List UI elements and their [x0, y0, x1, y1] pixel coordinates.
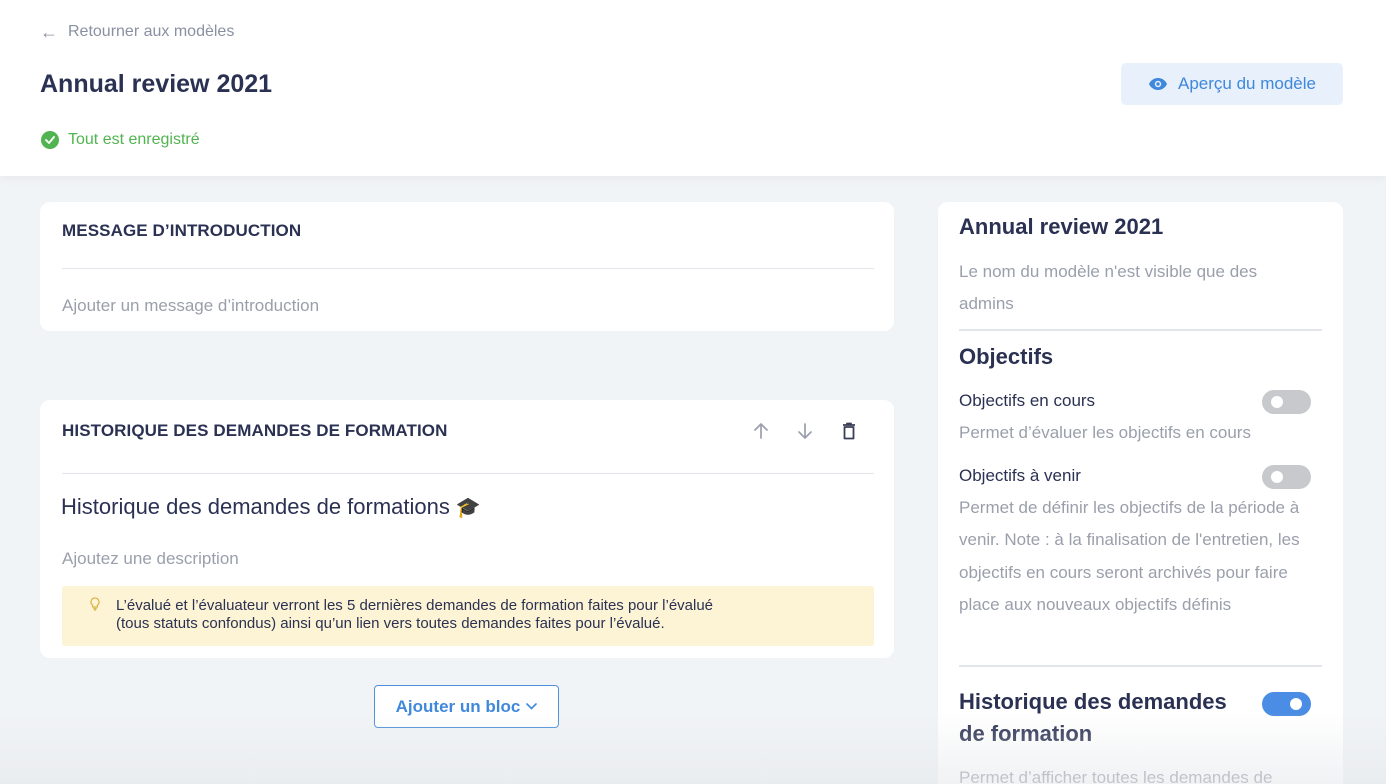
template-name-note: Le nom du modèle n'est visible que des a… [959, 262, 1258, 313]
template-settings-panel: Annual review 2021 Le nom du modèle n'es… [938, 202, 1343, 784]
training-history-section-title: Historique des demandes de formation [959, 689, 1227, 746]
history-title-text: Historique des demandes de formations [61, 494, 450, 519]
arrow-left-icon: ← [40, 22, 58, 42]
block-actions [748, 418, 862, 444]
toggle-knob [1290, 698, 1302, 710]
divider [62, 268, 874, 269]
add-block-button[interactable]: Ajouter un bloc [374, 685, 559, 728]
back-link-label: Retourner aux modèles [68, 23, 235, 40]
page-title: Annual review 2021 [40, 70, 273, 98]
training-history-toggle[interactable] [1262, 692, 1311, 716]
check-circle-icon [41, 131, 59, 149]
toggle-knob [1271, 471, 1283, 483]
arrow-up-icon[interactable] [748, 418, 774, 444]
divider [959, 329, 1322, 331]
back-to-templates-link[interactable]: ← Retourner aux modèles [40, 22, 234, 42]
history-block-heading: HISTORIQUE DES DEMANDES DE FORMATION [62, 421, 448, 440]
arrow-down-icon[interactable] [792, 418, 818, 444]
divider [959, 665, 1322, 667]
toggle-knob [1271, 396, 1283, 408]
description-input[interactable]: Ajoutez une description [62, 549, 239, 569]
save-status-label: Tout est enregistré [68, 131, 200, 148]
info-line-2: (tous statuts confondus) ainsi qu’un lie… [116, 615, 665, 632]
future-objectives-label: Objectifs à venir [959, 466, 1081, 485]
history-block-title[interactable]: Historique des demandes de formations 🎓 [61, 494, 481, 520]
trash-icon[interactable] [836, 418, 862, 444]
training-history-description: Permet d’afficher toutes les demandes de [959, 768, 1273, 784]
future-objectives-toggle[interactable] [1262, 465, 1311, 489]
current-objectives-toggle[interactable] [1262, 390, 1311, 414]
objectives-section-title: Objectifs [959, 344, 1054, 369]
lightbulb-icon [90, 597, 100, 616]
add-block-label: Ajouter un bloc [395, 696, 521, 716]
training-history-block: HISTORIQUE DES DEMANDES DE FORMATION His… [40, 400, 894, 658]
info-callout: L’évalué et l’évaluateur verront les 5 d… [62, 586, 874, 646]
page-header: ← Retourner aux modèles Annual review 20… [0, 0, 1386, 176]
divider [62, 473, 874, 474]
graduation-cap-icon: 🎓 [455, 496, 481, 519]
preview-template-button[interactable]: Aperçu du modèle [1121, 63, 1343, 105]
intro-message-block: MESSAGE D’INTRODUCTION Ajouter un messag… [40, 202, 894, 331]
future-objectives-description: Permet de définir les objectifs de la pé… [959, 498, 1300, 614]
save-status: Tout est enregistré [41, 130, 200, 150]
preview-button-label: Aperçu du modèle [1178, 74, 1316, 93]
info-callout-text: L’évalué et l’évaluateur verront les 5 d… [116, 597, 836, 633]
info-line-1: L’évalué et l’évaluateur verront les 5 d… [116, 597, 714, 614]
chevron-down-icon [526, 703, 538, 710]
intro-block-heading: MESSAGE D’INTRODUCTION [62, 221, 302, 240]
intro-message-input[interactable]: Ajouter un message d’introduction [62, 296, 319, 316]
current-objectives-description: Permet d’évaluer les objectifs en cours [959, 423, 1251, 442]
eye-icon [1149, 78, 1167, 90]
template-name[interactable]: Annual review 2021 [959, 214, 1163, 240]
current-objectives-label: Objectifs en cours [959, 391, 1096, 410]
